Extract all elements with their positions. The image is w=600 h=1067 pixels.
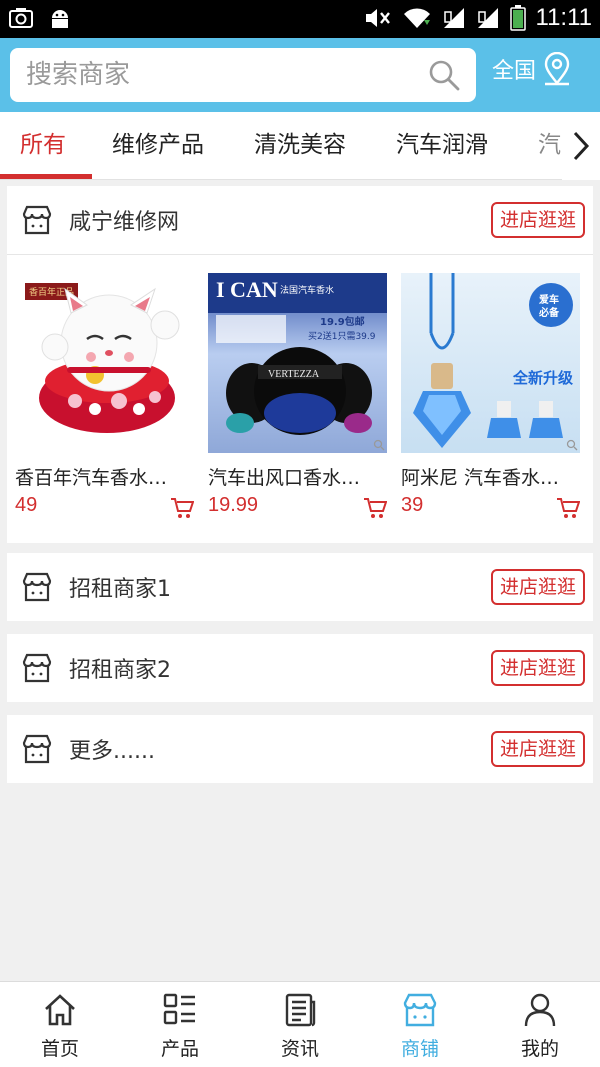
android-icon: [52, 10, 68, 28]
product-price: 49: [15, 494, 38, 516]
product-image-lucky-cat[interactable]: 香百年正品: [15, 273, 194, 453]
shop-name: 咸宁维修网: [69, 210, 180, 235]
region-label: 全国: [492, 59, 537, 84]
category-tabs: 所有 维修产品 清洗美容 汽车润滑 汽: [0, 112, 600, 180]
nav-label: 我的: [520, 1038, 559, 1060]
shop-card: 招租商家1 进店逛逛: [7, 553, 593, 621]
screenshot-icon: [9, 8, 33, 28]
shop-header[interactable]: 咸宁维修网 进店逛逛: [7, 186, 593, 254]
store-icon: [22, 734, 52, 764]
tab-lubrication[interactable]: 汽车润滑: [396, 112, 488, 179]
svg-text:法国汽车香水: 法国汽车香水: [280, 284, 334, 296]
product-title: 汽车出风口香水…: [208, 467, 361, 489]
enter-shop-button[interactable]: 进店逛逛: [490, 202, 585, 238]
svg-text:爱车: 爱车: [539, 293, 559, 306]
shop-card: 招租商家2 进店逛逛: [7, 634, 593, 702]
product-item[interactable]: 香百年正品 香百年汽车香水… 49: [15, 273, 194, 519]
svg-text:I CAN: I CAN: [216, 277, 278, 302]
enter-shop-button[interactable]: 进店逛逛: [490, 569, 585, 605]
location-pin-icon: [544, 52, 570, 86]
tab-cleaning-beauty[interactable]: 清洗美容: [254, 112, 346, 179]
news-icon: [285, 993, 316, 1027]
tabs-scroll-right[interactable]: [562, 112, 600, 180]
product-list-icon: [163, 993, 195, 1025]
header: 全国: [0, 38, 600, 112]
shop-name: 招租商家1: [69, 577, 171, 602]
nav-news[interactable]: 资讯: [240, 982, 360, 1067]
nav-shops[interactable]: 商铺: [360, 982, 480, 1067]
zoom-icon: [566, 439, 578, 451]
signal-2-icon: [477, 8, 498, 28]
user-icon: [524, 993, 556, 1027]
search-input[interactable]: [26, 48, 416, 102]
shop-card: 咸宁维修网 进店逛逛 香百年正品 香百年汽车香水… 49 I CAN 法国汽车香…: [7, 186, 593, 543]
product-item[interactable]: 爱车 必备 全新升级 阿米尼 汽车香水 … 39: [401, 273, 580, 519]
product-price: 19.99: [208, 494, 259, 516]
svg-text:买2送1只需39.9: 买2送1只需39.9: [308, 330, 376, 342]
active-tab-indicator: [0, 174, 92, 179]
nav-products[interactable]: 产品: [120, 982, 240, 1067]
tab-more-partial[interactable]: 汽: [538, 112, 561, 179]
product-image-vent-freshener[interactable]: I CAN 法国汽车香水 19.9包邮 买2送1只需39.9 VERTEZZA: [208, 273, 387, 453]
tab-repair-products[interactable]: 维修产品: [112, 112, 204, 179]
signal-1-icon: [443, 8, 464, 28]
shop-name: 招租商家2: [69, 658, 171, 683]
nav-label: 资讯: [280, 1038, 319, 1060]
vent-freshener-illustration: I CAN 法国汽车香水 19.9包邮 买2送1只需39.9 VERTEZZA: [208, 273, 387, 435]
search-box[interactable]: [10, 48, 476, 102]
shop-header[interactable]: 招租商家1 进店逛逛: [7, 553, 593, 621]
home-icon: [45, 994, 75, 1026]
chevron-right-icon: [573, 131, 590, 161]
region-selector[interactable]: 全国: [492, 52, 572, 86]
nav-label: 产品: [160, 1038, 199, 1060]
zoom-icon: [373, 439, 385, 451]
product-item[interactable]: I CAN 法国汽车香水 19.9包邮 买2送1只需39.9 VERTEZZA …: [208, 273, 387, 519]
clock: 11:11: [535, 4, 593, 31]
wifi-icon: [403, 8, 430, 28]
shop-header[interactable]: 招租商家2 进店逛逛: [7, 634, 593, 702]
product-title: 香百年汽车香水…: [15, 467, 168, 489]
shop-icon: [403, 993, 437, 1027]
tab-all[interactable]: 所有: [20, 112, 66, 179]
product-price: 39: [401, 494, 424, 516]
svg-text:必备: 必备: [538, 306, 560, 319]
mute-icon: [365, 9, 390, 27]
cart-icon[interactable]: [170, 497, 194, 519]
product-image-hanging-perfume[interactable]: 爱车 必备 全新升级: [401, 273, 580, 453]
battery-icon: [509, 5, 526, 31]
lucky-cat-illustration: [39, 287, 180, 433]
shop-card: 更多...... 进店逛逛: [7, 715, 593, 783]
nav-home[interactable]: 首页: [0, 982, 120, 1067]
enter-shop-button[interactable]: 进店逛逛: [490, 731, 585, 767]
product-title: 阿米尼 汽车香水 …: [401, 467, 565, 489]
enter-shop-button[interactable]: 进店逛逛: [490, 650, 585, 686]
shop-header[interactable]: 更多...... 进店逛逛: [7, 715, 593, 783]
product-list: 香百年正品 香百年汽车香水… 49 I CAN 法国汽车香水 19.9包邮 买2…: [7, 254, 593, 543]
svg-text:19.9包邮: 19.9包邮: [320, 315, 365, 328]
hanging-perfume-illustration: 爱车 必备 全新升级: [413, 273, 574, 448]
nav-label: 首页: [40, 1038, 79, 1060]
status-bar: 11:11: [0, 0, 600, 38]
bottom-nav: 首页 产品 资讯 商铺 我的: [0, 981, 600, 1067]
nav-label: 商铺: [400, 1038, 439, 1060]
cart-icon[interactable]: [556, 497, 580, 519]
store-icon: [22, 572, 52, 602]
search-icon[interactable]: [428, 59, 460, 91]
shop-name: 更多......: [69, 739, 155, 764]
store-icon: [22, 205, 52, 235]
nav-profile[interactable]: 我的: [480, 982, 600, 1067]
store-icon: [22, 653, 52, 683]
cart-icon[interactable]: [363, 497, 387, 519]
svg-text:VERTEZZA: VERTEZZA: [268, 369, 320, 380]
svg-text:全新升级: 全新升级: [512, 369, 574, 387]
